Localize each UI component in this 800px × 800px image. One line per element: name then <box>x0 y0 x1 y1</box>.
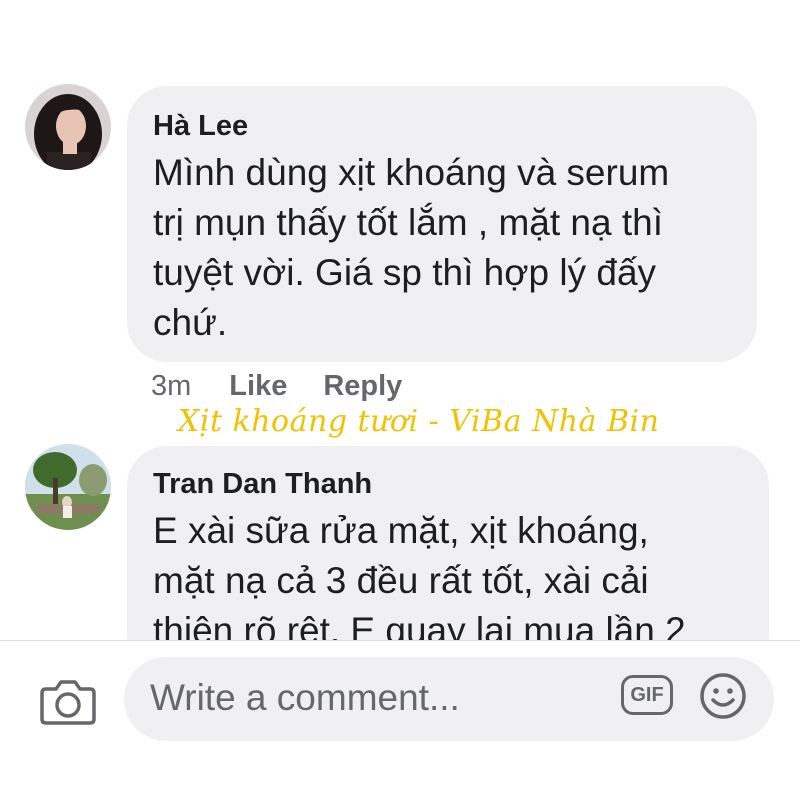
avatar-photo <box>25 84 111 170</box>
comment-timestamp: 3m <box>151 370 192 402</box>
comment-actions: 3m Like Reply <box>151 370 438 403</box>
avatar[interactable] <box>25 84 111 170</box>
comment-text-line: E xài sữa rửa mặt, xịt khoáng, <box>153 510 649 551</box>
comment-bubble: Hà Lee Mình dùng xịt khoáng và serum trị… <box>127 86 757 362</box>
avatar-photo <box>25 444 111 530</box>
camera-icon[interactable] <box>40 677 96 727</box>
comment-input-placeholder: Write a comment... <box>150 677 460 718</box>
like-button[interactable]: Like <box>229 370 287 402</box>
comment-input[interactable]: Write a comment... GIF <box>124 657 774 741</box>
comment-text: Mình dùng xịt khoáng và serum trị mụn th… <box>153 148 731 348</box>
comments-screen: Hà Lee Mình dùng xịt khoáng và serum trị… <box>0 0 800 800</box>
comment-author[interactable]: Tran Dan Thanh <box>153 466 743 502</box>
comment-text-line: tuyệt vời. Giá sp thì hợp lý đấy <box>153 252 657 293</box>
emoji-icon[interactable] <box>698 671 748 721</box>
comment-text-line: trị mụn thấy tốt lắm , mặt nạ thì <box>153 202 663 243</box>
reply-button[interactable]: Reply <box>323 370 402 402</box>
comment-text-line: Mình dùng xịt khoáng và serum <box>153 152 670 193</box>
comment-text: E xài sữa rửa mặt, xịt khoáng, mặt nạ cả… <box>153 506 743 656</box>
comment-text-line: chứ. <box>153 302 228 343</box>
comment-author[interactable]: Hà Lee <box>153 108 731 144</box>
comment-composer: Write a comment... GIF <box>0 640 800 800</box>
avatar[interactable] <box>25 444 111 530</box>
watermark-text: Xịt khoáng tươi - ViBa Nhà Bin <box>178 404 660 439</box>
comment-text-line: mặt nạ cả 3 đều rất tốt, xài cải <box>153 560 649 601</box>
gif-button[interactable]: GIF <box>621 675 673 715</box>
